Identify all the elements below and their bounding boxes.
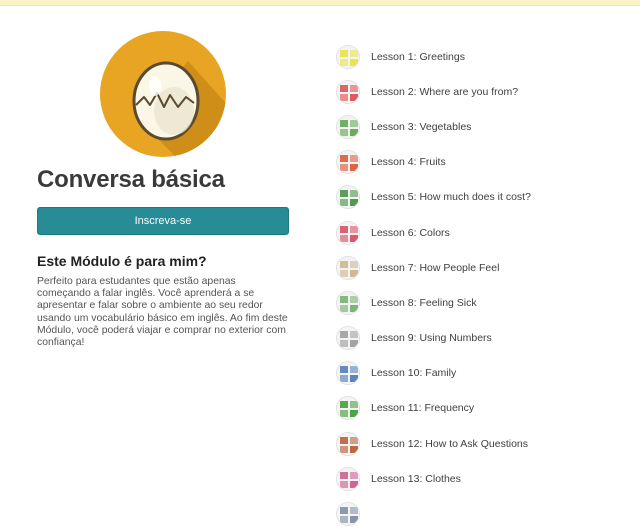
lesson-item[interactable]: Lesson 2: Where are you from? <box>336 74 636 109</box>
lesson-label: Lesson 5: How much does it cost? <box>371 191 531 204</box>
lesson-label: Lesson 6: Colors <box>371 226 450 239</box>
enroll-button[interactable]: Inscreva-se <box>37 207 289 235</box>
lesson-thumbnail-icon <box>336 326 360 351</box>
lesson-label: Lesson 2: Where are you from? <box>371 85 519 98</box>
cracked-egg-icon <box>100 31 226 157</box>
lesson-label: Lesson 1: Greetings <box>371 50 465 63</box>
lesson-thumbnail-icon <box>336 150 360 175</box>
lesson-list: Lesson 1: Greetings Lesson 2: Where are y… <box>336 39 636 532</box>
lesson-item[interactable]: Lesson 3: Vegetables <box>336 109 636 144</box>
lesson-label: Lesson 12: How to Ask Questions <box>371 437 529 450</box>
lesson-label: Lesson 13: Clothes <box>371 472 461 485</box>
lesson-label: Lesson 11: Frequency <box>371 402 475 415</box>
lesson-item[interactable]: Lesson 9: Using Numbers <box>336 321 636 356</box>
about-heading: Este Módulo é para mim? <box>37 253 207 269</box>
lesson-thumbnail-icon <box>336 466 360 491</box>
top-banner-border <box>0 5 640 6</box>
lesson-thumbnail-icon <box>336 220 360 245</box>
lesson-thumbnail-icon <box>336 255 360 280</box>
lesson-thumbnail-icon <box>336 396 360 421</box>
lesson-item[interactable]: Lesson 1: Greetings <box>336 39 636 74</box>
lesson-thumbnail-icon <box>336 431 360 456</box>
lesson-thumbnail-icon <box>336 185 360 210</box>
lesson-label: Lesson 9: Using Numbers <box>371 332 492 345</box>
lesson-item[interactable]: Lesson 6: Colors <box>336 215 636 250</box>
lesson-thumbnail-icon <box>336 114 360 139</box>
lesson-item[interactable]: Lesson 8: Feeling Sick <box>336 285 636 320</box>
lesson-thumbnail-icon <box>336 502 360 527</box>
lesson-thumbnail-icon <box>336 44 360 69</box>
lesson-thumbnail-icon <box>336 290 360 315</box>
lesson-label: Lesson 3: Vegetables <box>371 120 472 133</box>
lesson-item[interactable]: Lesson 7: How People Feel <box>336 250 636 285</box>
lesson-item[interactable]: Lesson 11: Frequency <box>336 391 636 426</box>
lesson-item[interactable]: Lesson 13: Clothes <box>336 461 636 496</box>
about-description: Perfeito para estudantes que estão apena… <box>37 276 288 349</box>
lesson-item[interactable]: Lesson 5: How much does it cost? <box>336 180 636 215</box>
lesson-item[interactable]: Lesson 4: Fruits <box>336 145 636 180</box>
lesson-label: Lesson 8: Feeling Sick <box>371 296 477 309</box>
lesson-label: Lesson 4: Fruits <box>371 156 446 169</box>
lesson-item[interactable]: Lesson 12: How to Ask Questions <box>336 426 636 461</box>
course-title: Conversa básica <box>37 166 225 193</box>
lesson-label: Lesson 10: Family <box>371 367 457 380</box>
lesson-thumbnail-icon <box>336 79 360 104</box>
lesson-thumbnail-icon <box>336 361 360 386</box>
lesson-label: Lesson 7: How People Feel <box>371 261 500 274</box>
lesson-item[interactable]: Lesson 10: Family <box>336 356 636 391</box>
